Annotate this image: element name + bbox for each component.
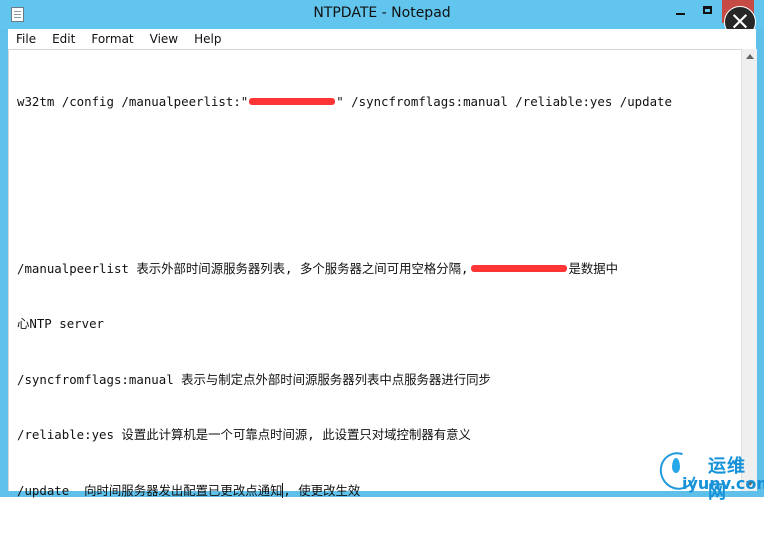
update-text-start: /update 向时间服务器发出配置已更改点通知 (17, 482, 283, 498)
syncfromflags-description: /syncfromflags:manual 表示与制定点外部时间源服务器列表中点… (17, 371, 491, 387)
command-line: w32tm /config /manualpeerlist:" " /syncfr… (17, 93, 736, 112)
vertical-scrollbar[interactable] (741, 49, 757, 491)
menu-help[interactable]: Help (186, 29, 229, 49)
scroll-up-icon[interactable] (742, 49, 757, 65)
editor-content[interactable]: w32tm /config /manualpeerlist:" " /syncfr… (17, 56, 736, 498)
manualpeerlist-continuation: 心NTP server (17, 316, 104, 331)
menu-edit[interactable]: Edit (44, 29, 83, 49)
maximize-icon (702, 6, 712, 14)
menu-format[interactable]: Format (83, 29, 141, 49)
site-watermark: 运维网 iyunv.com (653, 445, 764, 503)
minimize-button[interactable] (667, 1, 693, 19)
manualpeerlist-text-end: 是数据中 (568, 260, 619, 276)
reliable-description: /reliable:yes 设置此计算机是一个可靠点时间源, 此设置只对域控制器… (17, 427, 471, 442)
redacted-server-name (470, 264, 567, 272)
command-suffix: " /syncfromflags:manual /reliable:yes /u… (336, 94, 672, 109)
redacted-peer-list (249, 98, 336, 105)
watermark-drop-icon (672, 458, 680, 473)
watermark-domain-text: iyunv.com (682, 474, 764, 493)
update-text-end: , 使更改生效 (283, 482, 361, 498)
minimize-icon (675, 13, 685, 15)
menu-bar: File Edit Format View Help (8, 29, 756, 49)
update-description: /update 向时间服务器发出配置已更改点通知, 使更改生效 (17, 482, 736, 501)
text-editor[interactable]: w32tm /config /manualpeerlist:" " /syncfr… (8, 49, 757, 498)
window-title: NTPDATE - Notepad (313, 5, 451, 21)
manualpeerlist-text-start: /manualpeerlist 表示外部时间源服务器列表, 多个服务器之间可用空… (17, 260, 469, 276)
manualpeerlist-description: /manualpeerlist 表示外部时间源服务器列表, 多个服务器之间可用空… (17, 260, 736, 279)
title-bar[interactable]: NTPDATE - Notepad (0, 0, 764, 29)
notepad-window: NTPDATE - Notepad × File Edit Format Vie… (0, 0, 764, 503)
maximize-button[interactable] (694, 1, 720, 19)
menu-file[interactable]: File (8, 29, 44, 49)
command-prefix: w32tm /config /manualpeerlist:" (17, 94, 249, 109)
menu-view[interactable]: View (142, 29, 186, 49)
